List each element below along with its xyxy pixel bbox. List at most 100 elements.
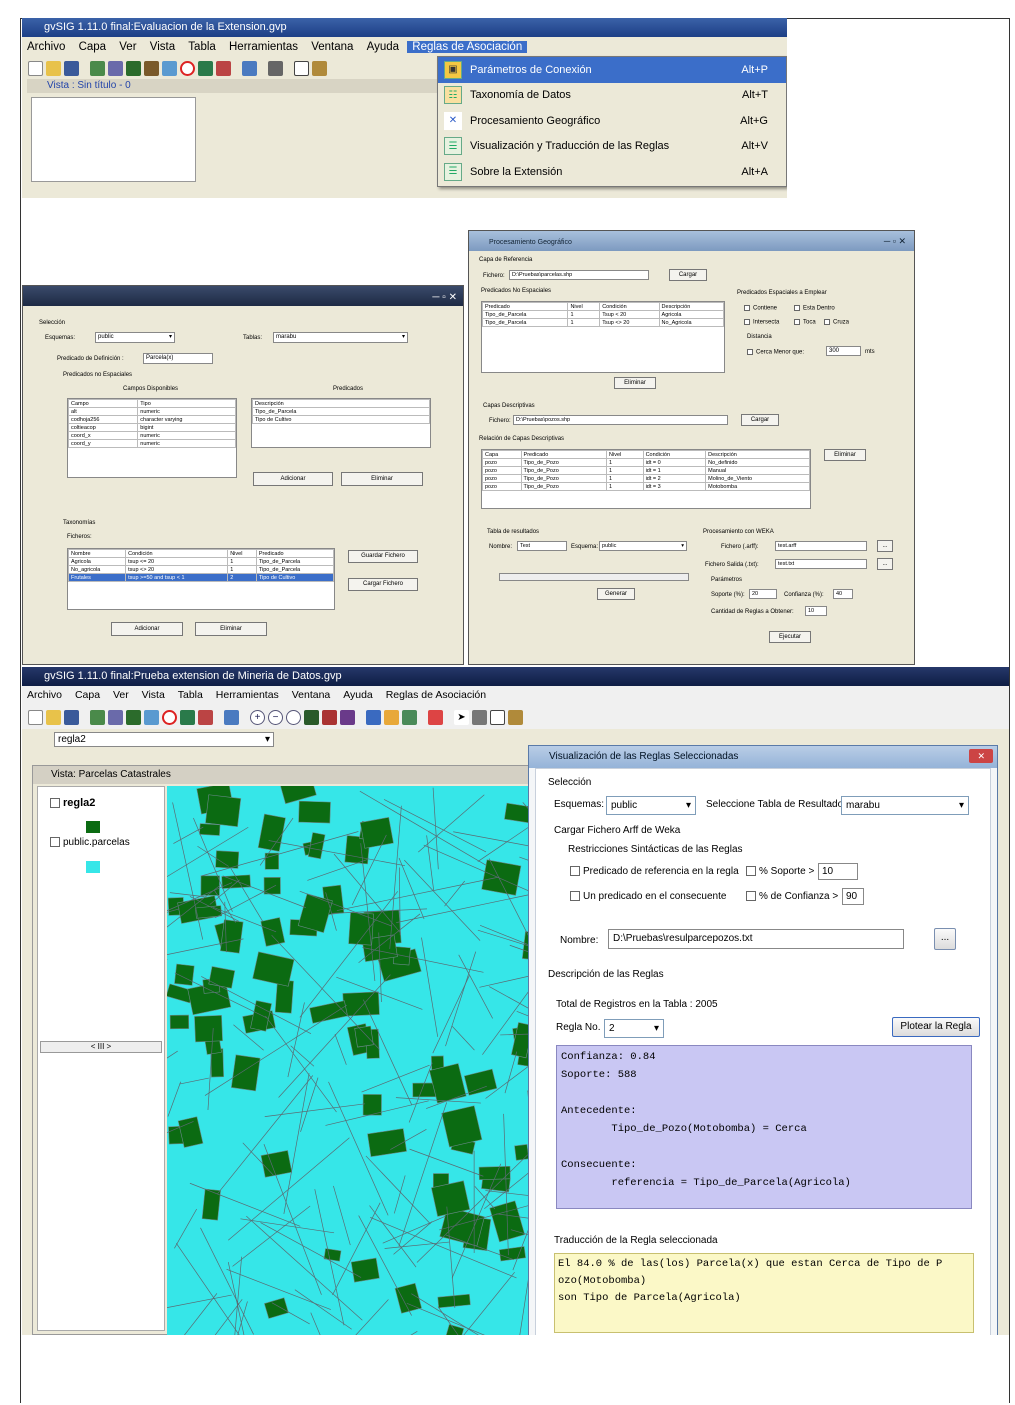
save-icon[interactable] <box>64 60 79 76</box>
esquemas-select[interactable]: public <box>606 796 696 815</box>
table-row[interactable]: coord_y numeric <box>67 439 236 448</box>
pointer-icon[interactable] <box>144 709 159 725</box>
check-soporte[interactable]: % Soporte > <box>746 866 814 877</box>
pred-no-esp-table[interactable]: Predicado Nivel Condición Descripción Tipo_… <box>481 301 725 373</box>
menu-archivo[interactable]: Archivo <box>22 689 67 701</box>
nombre-field[interactable]: D:\Pruebas\resulparcepozos.txt <box>608 929 904 949</box>
tools-icon[interactable] <box>508 709 523 725</box>
check-cruza[interactable]: Cruza <box>824 319 849 326</box>
window-controls[interactable]: ─ ▫ ✕ <box>432 288 457 308</box>
map-icon[interactable] <box>126 709 141 725</box>
menu-item-sobre[interactable]: ☰ Sobre la Extensión Alt+A <box>438 159 786 185</box>
menu-reglas[interactable]: Reglas de Asociación <box>381 689 491 701</box>
cargar-desc-button[interactable]: Cargar <box>741 414 779 426</box>
menu-reglas[interactable]: Reglas de Asociación <box>407 41 528 53</box>
predicados-table[interactable]: Descripción Tipo_de_Parcela Tipo de Cult… <box>251 398 431 448</box>
soporte-field[interactable]: 20 <box>749 589 777 599</box>
nombre-tabla-field[interactable]: Test <box>517 541 567 551</box>
grid-icon[interactable] <box>198 60 213 76</box>
toc-layer-regla2[interactable]: regla2 <box>50 797 95 809</box>
layer-select[interactable]: regla2 ▾ <box>54 732 274 747</box>
tools-icon[interactable] <box>144 60 159 76</box>
menu-vista[interactable]: Vista <box>145 41 180 53</box>
cursor-icon[interactable]: ➤ <box>454 709 469 725</box>
tablas-select[interactable]: marabu ▾ <box>273 332 408 343</box>
table-row-selected[interactable]: Frutales tsup >=50 and tsup < 1 2 Tipo de C… <box>67 573 335 582</box>
window-controls[interactable]: ✕ <box>969 749 993 763</box>
print-icon[interactable] <box>472 709 487 725</box>
layer-icon[interactable] <box>90 709 105 725</box>
menu-vista[interactable]: Vista <box>137 689 170 701</box>
window-controls[interactable]: ─ ▫ ✕ <box>884 231 906 251</box>
soporte-field[interactable]: 10 <box>818 863 858 880</box>
zoom-out-icon[interactable]: − <box>268 709 283 725</box>
menu-item-procesamiento[interactable]: ✕ Procesamiento Geográfico Alt+G <box>438 108 786 134</box>
taxonomias-table[interactable]: Nombre Condición Nivel Predicado Agricola ts… <box>67 548 335 610</box>
open-icon[interactable] <box>46 709 61 725</box>
predicado-definicion-field[interactable]: Parcela(x) <box>143 353 213 364</box>
table-row[interactable]: Tipo_de_Parcela 1 Tsup < 20 Agricola <box>481 310 725 319</box>
new-icon[interactable] <box>28 60 43 76</box>
map-canvas[interactable] <box>167 786 567 1335</box>
table-row[interactable]: pozo Tipo_de_Pozo 1 idt = 3 Motobomba <box>482 482 810 491</box>
table-row[interactable]: pozo Tipo_de_Pozo 1 idt = 0 No_definido <box>482 458 810 467</box>
edit-icon[interactable] <box>198 709 213 725</box>
table-row[interactable]: pozo Tipo_de_Pozo 1 idt = 1 Manual <box>482 466 810 475</box>
toc-scrollbar[interactable]: < III > <box>40 1041 162 1053</box>
table-icon[interactable] <box>108 60 123 76</box>
stack-icon[interactable] <box>402 709 417 725</box>
campos-table[interactable]: Campo Tipo alt numeric codhoja256 character… <box>67 398 237 478</box>
globe-icon[interactable] <box>224 709 239 725</box>
layer-icon[interactable] <box>90 60 105 76</box>
fichero-ref-field[interactable]: D:\Pruebas\parcelas.shp <box>509 270 649 280</box>
eliminar-pred-button[interactable]: Eliminar <box>614 377 656 389</box>
table-row[interactable]: coord_x numeric <box>67 431 236 440</box>
check-predicado-consecuente[interactable]: Un predicado en el consecuente <box>570 891 726 902</box>
table-row[interactable]: pozo Tipo_de_Pozo 1 idt = 2 Molino_de_Viento <box>482 474 810 483</box>
regla-no-select[interactable]: 2 <box>604 1019 664 1038</box>
confianza-field[interactable]: 40 <box>833 589 853 599</box>
chart-icon[interactable] <box>384 709 399 725</box>
esquema-select[interactable]: public ▾ <box>599 541 687 551</box>
table-row[interactable]: codhoja256 character varying <box>67 415 236 424</box>
tabla-resultados-select[interactable]: marabu <box>841 796 969 815</box>
info-icon[interactable] <box>312 60 327 76</box>
confianza-field[interactable]: 90 <box>842 888 864 905</box>
table-row[interactable]: coltieacop bigint <box>67 423 236 432</box>
browse-salida-button[interactable]: ... <box>877 558 893 570</box>
table-row[interactable]: No_agricola tsup <> 20 1 Tipo_de_Parcela <box>67 565 335 574</box>
plotear-regla-button[interactable]: Plotear la Regla <box>892 1017 980 1037</box>
globe-icon[interactable] <box>242 60 257 76</box>
table-row[interactable]: alt numeric <box>67 407 236 416</box>
check-toca[interactable]: Toca <box>794 319 816 326</box>
measure-icon[interactable] <box>322 709 337 725</box>
new-icon[interactable] <box>28 709 43 725</box>
adicionar-predicado-button[interactable]: Adicionar <box>253 472 333 486</box>
menu-item-taxonomia[interactable]: ☷ Taxonomía de Datos Alt+T <box>438 83 786 109</box>
menu-capa[interactable]: Capa <box>74 41 112 53</box>
eliminar-desc-button[interactable]: Eliminar <box>824 449 866 461</box>
select-icon[interactable] <box>340 709 355 725</box>
menu-ayuda[interactable]: Ayuda <box>362 41 404 53</box>
menu-item-visualizacion[interactable]: ☰ Visualización y Traducción de las Regl… <box>438 134 786 160</box>
layout-icon[interactable] <box>294 60 309 76</box>
ejecutar-button[interactable]: Ejecutar <box>769 631 811 643</box>
table-row[interactable]: Tipo_de_Parcela <box>252 407 430 416</box>
check-esta-dentro[interactable]: Esta Dentro <box>794 305 835 312</box>
adicionar-taxonomia-button[interactable]: Adicionar <box>111 622 183 636</box>
menu-herramientas[interactable]: Herramientas <box>224 41 303 53</box>
edit-icon[interactable] <box>216 60 231 76</box>
grid-icon[interactable] <box>180 709 195 725</box>
filter-icon[interactable] <box>428 709 443 725</box>
target-icon[interactable] <box>180 60 195 76</box>
menu-tabla[interactable]: Tabla <box>173 689 208 701</box>
pan-icon[interactable] <box>304 709 319 725</box>
zoom-in-icon[interactable]: + <box>250 709 265 725</box>
fichero-desc-field[interactable]: D:\Pruebas\pozos.shp <box>513 415 728 425</box>
save-icon[interactable] <box>64 709 79 725</box>
open-icon[interactable] <box>46 60 61 76</box>
menu-tabla[interactable]: Tabla <box>183 41 221 53</box>
layout-icon[interactable] <box>490 709 505 725</box>
cargar-fichero-button[interactable]: Cargar Fichero <box>348 578 418 591</box>
cantidad-field[interactable]: 10 <box>805 606 827 616</box>
